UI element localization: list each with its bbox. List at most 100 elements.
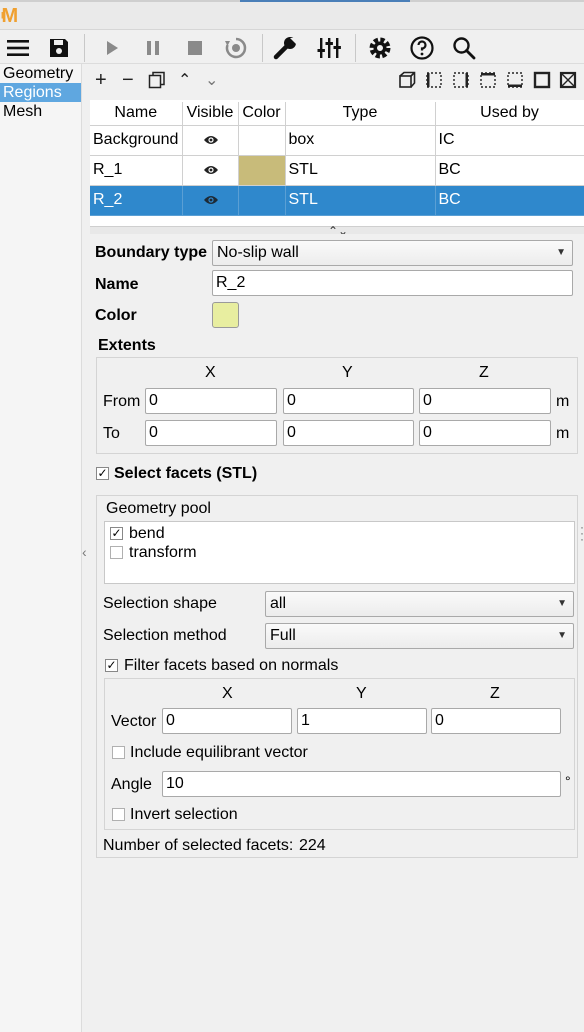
vector-label: Vector — [111, 713, 157, 730]
remove-region-button[interactable]: − — [122, 69, 134, 91]
region-color-cell[interactable] — [238, 185, 286, 216]
region-used-by-cell[interactable]: BC — [435, 185, 584, 216]
eye-icon[interactable] — [203, 194, 219, 206]
facets-group: Geometry pool ✓ bend transform Selection… — [96, 495, 578, 858]
add-region-button[interactable]: + — [95, 69, 107, 91]
region-color-cell[interactable] — [238, 155, 286, 186]
selection-method-select[interactable]: Full ▼ — [265, 623, 574, 649]
gear-icon[interactable] — [367, 35, 393, 61]
boundary-type-value: No-slip wall — [217, 244, 299, 261]
view-top-icon[interactable] — [479, 69, 497, 91]
eye-icon[interactable] — [203, 134, 219, 146]
wrench-icon[interactable] — [273, 35, 299, 61]
filter-normals-checkbox[interactable]: ✓ — [105, 659, 118, 672]
visibility-toggle[interactable] — [182, 155, 239, 186]
table-row[interactable]: R_1 STL BC — [90, 155, 584, 186]
chevron-down-icon: ▼ — [557, 630, 567, 641]
help-icon[interactable] — [409, 35, 435, 61]
region-name-cell[interactable]: Background — [90, 125, 183, 156]
name-field[interactable] — [212, 270, 573, 296]
equilibrant-checkbox[interactable] — [112, 746, 125, 759]
view-iso-icon[interactable] — [398, 69, 416, 91]
geometry-pool-checkbox[interactable] — [110, 546, 123, 559]
panel-splitter[interactable]: ⌃⌄ — [90, 224, 584, 238]
extents-from-label: From — [103, 393, 141, 410]
extents-from-x-field[interactable] — [145, 388, 277, 414]
search-icon[interactable] — [451, 35, 477, 61]
region-toolbar: + − ⌃ ⌄ — [90, 64, 584, 100]
play-icon[interactable] — [99, 35, 125, 61]
view-right-icon[interactable] — [452, 69, 470, 91]
extents-title: Extents — [98, 337, 156, 354]
boundary-type-label: Boundary type — [95, 244, 208, 261]
eye-icon[interactable] — [203, 164, 219, 176]
sidebar-item-mesh[interactable]: Mesh — [0, 102, 81, 121]
region-used-by-cell[interactable]: IC — [435, 125, 584, 156]
normals-y-header: Y — [356, 685, 367, 702]
selected-facets-label: Number of selected facets: — [103, 837, 294, 854]
main-toolbar — [0, 31, 584, 64]
view-bottom-icon[interactable] — [506, 69, 524, 91]
sidebar-item-regions[interactable]: Regions — [0, 83, 81, 102]
view-back-icon[interactable] — [559, 69, 577, 91]
extents-to-x-field[interactable] — [145, 420, 277, 446]
region-name-cell[interactable]: R_1 — [90, 155, 183, 186]
visibility-toggle[interactable] — [182, 125, 239, 156]
menu-icon[interactable] — [5, 35, 31, 61]
view-left-icon[interactable] — [425, 69, 443, 91]
extents-to-unit: m — [556, 425, 570, 442]
extents-from-z-field[interactable] — [419, 388, 551, 414]
table-header-row: Name Visible Color Type Used by — [90, 102, 584, 126]
title-bar-accent — [240, 0, 410, 2]
boundary-type-select[interactable]: No-slip wall ▼ — [212, 240, 573, 266]
region-used-by-cell[interactable]: BC — [435, 155, 584, 186]
geometry-pool-item-bend[interactable]: bend — [129, 525, 165, 543]
reset-icon[interactable] — [223, 35, 249, 61]
column-header-color[interactable]: Color — [238, 102, 286, 126]
select-facets-checkbox[interactable]: ✓ — [96, 467, 109, 480]
vector-x-field[interactable] — [162, 708, 292, 734]
invert-selection-checkbox[interactable] — [112, 808, 125, 821]
extents-to-z-field[interactable] — [419, 420, 551, 446]
region-type-cell[interactable]: STL — [285, 185, 436, 216]
region-type-cell[interactable]: STL — [285, 155, 436, 186]
geometry-pool-checkbox[interactable]: ✓ — [110, 527, 123, 540]
column-header-used-by[interactable]: Used by — [435, 102, 584, 126]
pause-icon[interactable] — [140, 35, 166, 61]
collapse-sidebar-icon[interactable]: ‹ — [82, 544, 90, 560]
column-header-type[interactable]: Type — [285, 102, 436, 126]
column-header-name[interactable]: Name — [90, 102, 183, 126]
region-type-cell[interactable]: box — [285, 125, 436, 156]
normals-group: X Y Z Vector Include equilibrant vector … — [104, 678, 575, 830]
copy-region-icon[interactable] — [148, 69, 166, 91]
selection-method-label: Selection method — [103, 627, 227, 644]
table-row-selected[interactable]: R_2 STL BC — [90, 185, 584, 216]
angle-field[interactable] — [162, 771, 561, 797]
extents-from-y-field[interactable] — [283, 388, 414, 414]
vector-z-field[interactable] — [431, 708, 561, 734]
extents-from-unit: m — [556, 393, 570, 410]
side-panel-handle[interactable]: · · · — [580, 521, 584, 545]
view-front-icon[interactable] — [533, 69, 551, 91]
move-up-icon[interactable]: ⌃ — [178, 69, 191, 91]
region-name-cell[interactable]: R_2 — [90, 185, 183, 216]
column-header-visible[interactable]: Visible — [182, 102, 239, 126]
extents-to-y-field[interactable] — [283, 420, 414, 446]
sidebar-item-geometry[interactable]: Geometry — [0, 64, 81, 83]
extents-group: X Y Z From m To m — [96, 357, 578, 454]
sliders-icon[interactable] — [316, 35, 342, 61]
save-icon[interactable] — [46, 35, 72, 61]
geometry-pool-list[interactable]: ✓ bend transform — [104, 521, 575, 584]
color-label: Color — [95, 307, 137, 324]
geometry-pool-item-transform[interactable]: transform — [129, 544, 197, 562]
move-down-icon[interactable]: ⌄ — [205, 69, 218, 91]
stop-icon[interactable] — [182, 35, 208, 61]
selection-shape-select[interactable]: all ▼ — [265, 591, 574, 617]
angle-unit: ° — [565, 773, 571, 789]
vector-y-field[interactable] — [297, 708, 427, 734]
visibility-toggle[interactable] — [182, 185, 239, 216]
region-color-cell[interactable] — [238, 125, 286, 156]
table-row[interactable]: Background box IC — [90, 125, 584, 156]
selection-shape-value: all — [270, 595, 287, 612]
color-swatch-button[interactable] — [212, 302, 239, 328]
